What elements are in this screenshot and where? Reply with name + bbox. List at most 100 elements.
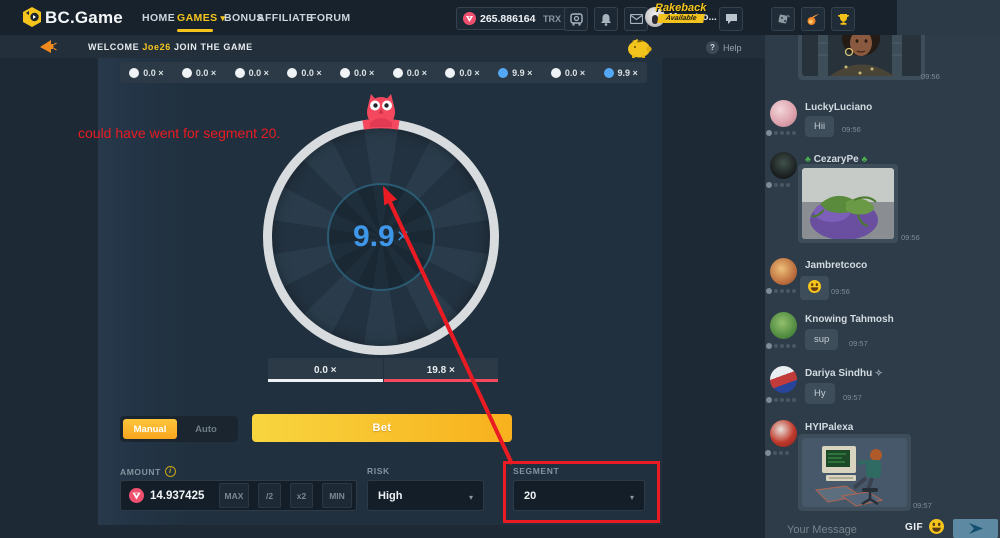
emoji-picker-icon[interactable] [929,519,944,534]
chevron-down-icon [469,487,473,505]
risk-select[interactable]: High [367,480,484,511]
payout-tab-lose: 0.0 × [268,358,383,382]
history-chip: 0.0 × [384,68,437,78]
speech-bubble-icon [725,13,738,25]
user-level-badges [766,288,796,294]
welcome-prefix: WELCOME [88,42,139,52]
nav-home[interactable]: HOME [142,0,175,35]
bet-button[interactable]: Bet [252,414,512,442]
history-chip: 0.0 × [436,68,489,78]
avatar[interactable] [770,366,797,393]
max-button[interactable]: MAX [219,483,249,508]
wheel-multiplier: 9.9 × [263,119,499,355]
history-value: 0.0 × [407,68,427,78]
message-timestamp: 09:56 [901,233,920,242]
half-button[interactable]: /2 [258,483,281,508]
help-icon[interactable] [706,41,719,54]
avatar[interactable] [770,258,797,285]
manual-mode-button[interactable]: Manual [123,419,177,439]
result-dot-icon [498,68,508,78]
result-dot-icon [393,68,403,78]
chat-username[interactable]: Knowing Tahmosh [805,314,894,325]
vault-button[interactable] [564,7,588,31]
nav-forum[interactable]: FORUM [310,0,351,35]
chat-message-bubble: Hy [805,383,835,404]
quests-button[interactable] [771,7,795,31]
history-value: 0.0 × [143,68,163,78]
chat-username[interactable]: HYIPalexa [805,422,853,433]
amount-label-text: AMOUNT [120,467,161,477]
message-timestamp: 09:56 [842,125,861,134]
chat-header: Global [897,0,1000,35]
chat-username[interactable]: LuckyLuciano [805,102,872,113]
user-level-badges [765,450,789,456]
gif-button[interactable]: GIF [905,522,923,533]
bc-game-logo-icon[interactable] [22,7,42,27]
megaphone-icon [40,40,57,53]
hot-games-button[interactable] [801,7,825,31]
message-timestamp: 09:56 [831,287,850,296]
laughing-emoji-icon [808,280,821,293]
balance-currency: TRX [543,14,561,24]
message-timestamp: 09:56 [921,72,940,81]
amount-value[interactable]: 14.937425 [150,490,210,502]
history-value: 0.0 × [249,68,269,78]
history-chip-win: 9.9 × [594,68,647,78]
avatar[interactable] [770,100,797,127]
send-arrow-icon [969,523,983,534]
auto-mode-button[interactable]: Auto [177,424,235,435]
avatar[interactable] [770,152,797,179]
trx-coin-icon [463,12,476,25]
result-dot-icon [287,68,297,78]
history-chip: 0.0 × [173,68,226,78]
history-chip: 0.0 × [542,68,595,78]
chat-retro-computer-image [802,438,907,507]
chat-username[interactable]: Jambretcoco [805,260,867,271]
history-value: 0.0 × [459,68,479,78]
top-header: BC.Game HOME GAMES BONUS AFFILIATE FORUM… [0,0,1000,35]
history-value: 0.0 × [301,68,321,78]
risk-label: RISK [367,466,390,476]
balance-dropdown[interactable]: 265.886164 TRX [456,7,576,30]
notifications-button[interactable] [594,7,618,31]
risk-label-text: RISK [367,466,390,476]
double-button[interactable]: x2 [290,483,313,508]
chat-username[interactable]: Dariya Sindhu ✧ [805,368,883,379]
avatar[interactable] [770,420,797,447]
message-timestamp: 09:57 [843,393,862,402]
result-dot-icon [340,68,350,78]
fireball-icon [806,13,820,26]
wheel-multiplier-value: 9.9 [353,220,395,254]
nav-active-underline [177,29,213,32]
balance-amount: 265.886164 [480,13,539,25]
avatar[interactable] [770,312,797,339]
min-button[interactable]: MIN [322,483,352,508]
rakeback-badge[interactable]: Rakeback [655,2,706,14]
bet-mode-toggle: Manual Auto [120,416,238,442]
logo-text[interactable]: BC.Game [45,0,123,35]
leaderboard-button[interactable] [831,7,855,31]
user-level-badges [766,343,796,349]
result-dot-icon [604,68,614,78]
history-chip: 0.0 × [331,68,384,78]
piggy-bank-icon[interactable] [626,37,653,58]
chat-toggle-button[interactable] [719,7,743,31]
annotation-text: could have went for segment 20. [78,125,280,141]
nav-affiliate[interactable]: AFFILIATE [257,0,313,35]
history-chip: 0.0 × [225,68,278,78]
amount-label: AMOUNT [120,466,176,477]
vault-icon [570,13,583,26]
chat-message-input[interactable] [785,517,904,538]
welcome-suffix: JOIN THE GAME [174,42,253,52]
result-dot-icon [445,68,455,78]
chat-image-message [798,434,911,511]
send-message-button[interactable] [953,519,998,538]
plant-emoji-icon: ♣ [805,154,811,164]
history-value: 0.0 × [565,68,585,78]
user-level-badges [766,182,790,188]
info-icon[interactable] [165,466,176,477]
help-label[interactable]: Help [723,43,742,53]
welcome-message: WELCOME Joe26 JOIN THE GAME [88,35,253,58]
history-value: 9.9 × [512,68,532,78]
amount-field[interactable]: 14.937425 MAX /2 x2 MIN [120,480,357,511]
